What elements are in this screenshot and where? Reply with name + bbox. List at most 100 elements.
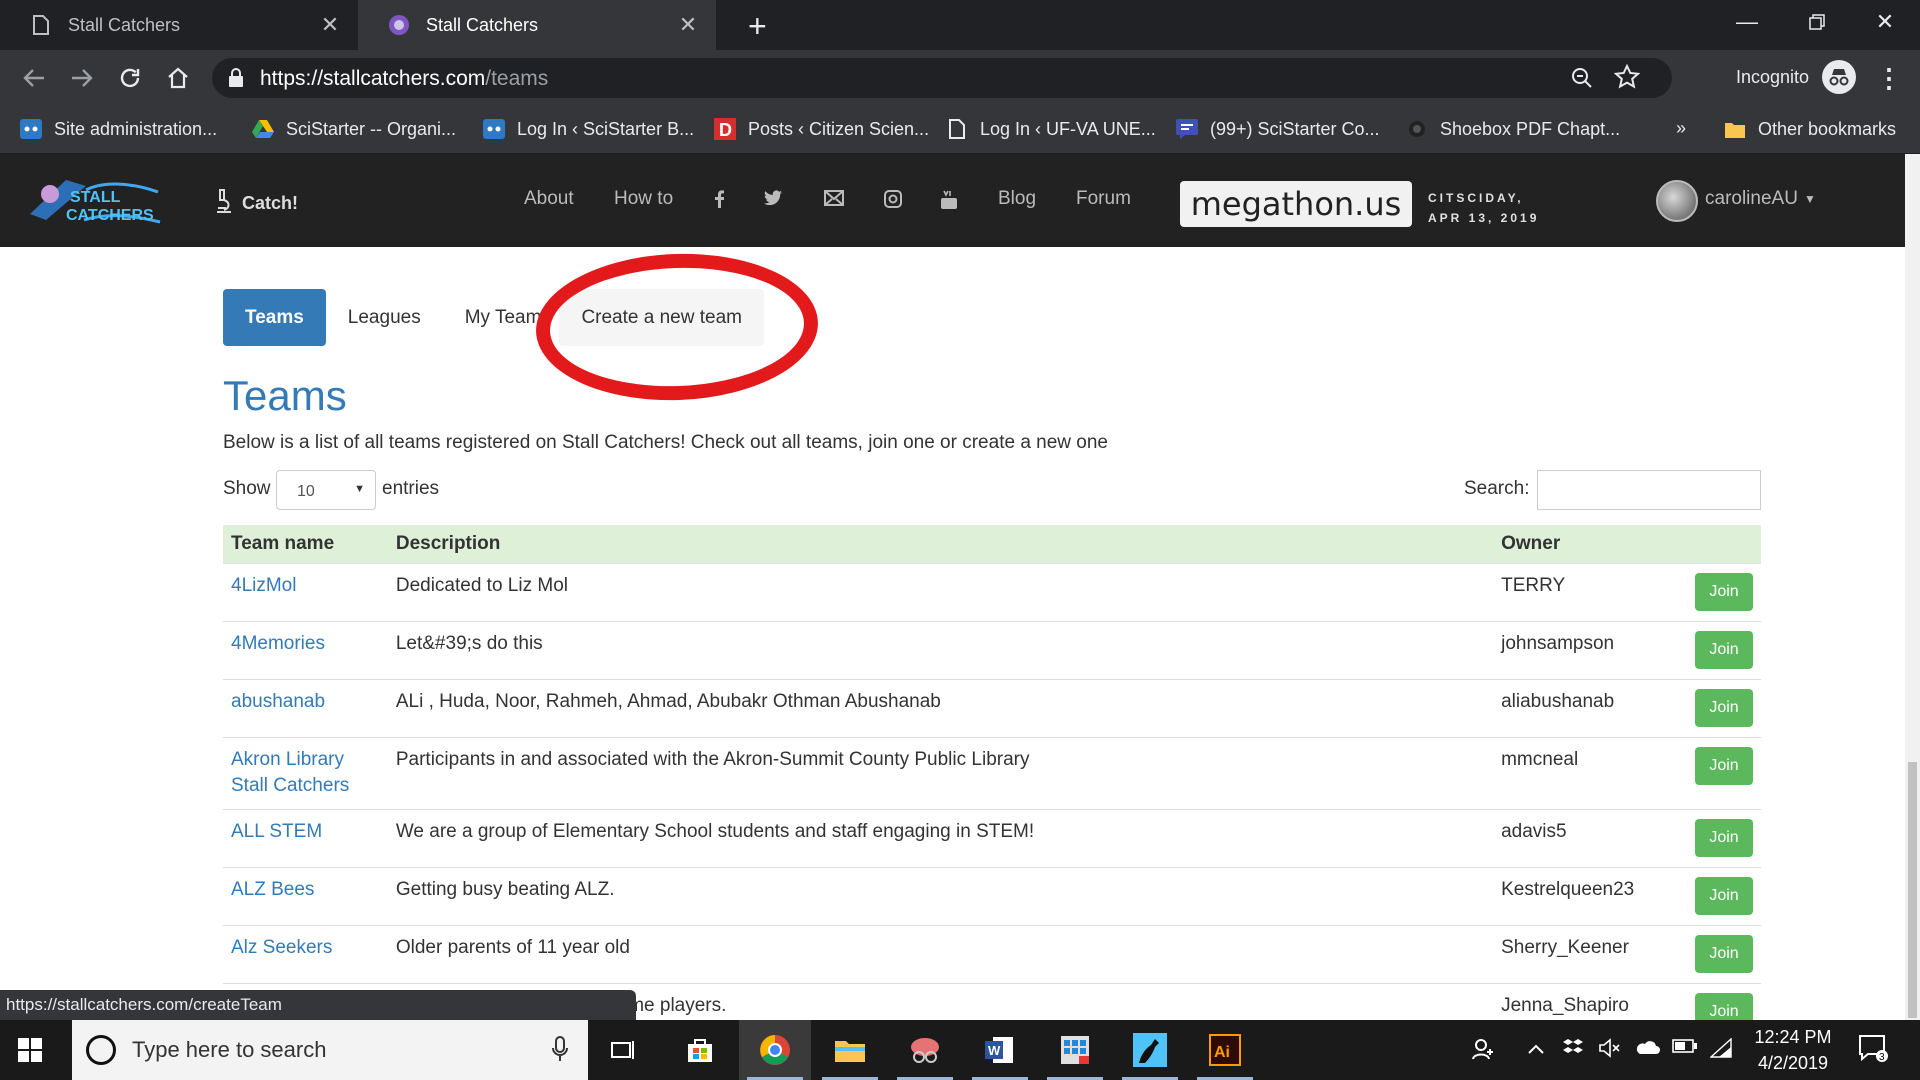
- file-explorer-icon[interactable]: [814, 1020, 886, 1080]
- megathon-banner[interactable]: megathon.us: [1180, 181, 1412, 227]
- youtube-icon[interactable]: [940, 190, 958, 215]
- citsciday-line2: APR 13, 2019: [1428, 211, 1540, 225]
- join-button[interactable]: Join: [1695, 934, 1753, 973]
- windows-start-icon[interactable]: [18, 1038, 42, 1067]
- address-bar[interactable]: https://stallcatchers.com/teams: [212, 58, 1672, 98]
- taskbar-search-box[interactable]: Type here to search: [72, 1020, 588, 1080]
- kindle-reader-icon[interactable]: [1114, 1020, 1186, 1080]
- close-tab-icon[interactable]: ✕: [676, 12, 700, 38]
- bookmark-item[interactable]: Shoebox PDF Chapt...: [1406, 118, 1620, 140]
- minimize-icon[interactable]: —: [1712, 0, 1782, 44]
- bookmark-item[interactable]: Log In ‹ UF-VA UNE...: [946, 118, 1156, 140]
- team-name-link[interactable]: ALL STEM: [223, 808, 388, 867]
- speaker-muted-icon[interactable]: [1598, 1038, 1622, 1063]
- column-header-team-name[interactable]: Team name: [223, 525, 388, 563]
- catch-link[interactable]: Catch!: [214, 188, 298, 219]
- team-name-link[interactable]: ALZ Bees: [223, 866, 388, 925]
- search-input[interactable]: [1537, 470, 1761, 510]
- svg-text:D: D: [719, 120, 732, 140]
- svg-text:W: W: [988, 1043, 1001, 1058]
- dropbox-icon[interactable]: [1562, 1038, 1584, 1063]
- bookmark-label: Site administration...: [54, 118, 218, 139]
- mail-icon[interactable]: [824, 190, 844, 211]
- browser-tab[interactable]: Stall Catchers ✕: [0, 0, 358, 50]
- bookmark-label: Shoebox PDF Chapt...: [1440, 118, 1621, 139]
- new-tab-icon[interactable]: +: [748, 8, 767, 45]
- tab-my-team[interactable]: My Team: [443, 289, 542, 346]
- chrome-icon[interactable]: [739, 1020, 811, 1080]
- back-icon[interactable]: [18, 62, 50, 94]
- user-menu-name[interactable]: carolineAU: [1705, 188, 1798, 210]
- join-button[interactable]: Join: [1695, 818, 1753, 857]
- bookmark-item[interactable]: D Posts ‹ Citizen Scien...: [714, 118, 929, 140]
- url-path: /teams: [485, 67, 549, 90]
- wifi-icon[interactable]: [1709, 1037, 1732, 1063]
- avatar[interactable]: [1656, 180, 1698, 222]
- team-name-link[interactable]: Akron Library Stall Catchers: [223, 736, 388, 809]
- microphone-icon[interactable]: [552, 1036, 568, 1067]
- battery-icon[interactable]: [1672, 1038, 1698, 1059]
- nav-blog[interactable]: Blog: [998, 188, 1036, 210]
- browser-tab-active[interactable]: Stall Catchers ✕: [358, 0, 716, 50]
- store-icon[interactable]: [664, 1020, 736, 1080]
- catch-label: Catch!: [242, 193, 299, 213]
- join-button[interactable]: Join: [1695, 876, 1753, 915]
- browser-menu-icon[interactable]: ⋮: [1876, 62, 1902, 94]
- team-description: Older parents of 11 year old: [387, 924, 1494, 983]
- reload-icon[interactable]: [114, 62, 146, 94]
- calendar-app-icon[interactable]: [1039, 1020, 1111, 1080]
- team-name-link[interactable]: 4Memories: [223, 620, 388, 679]
- onedrive-icon[interactable]: [1634, 1038, 1660, 1061]
- chevron-up-icon[interactable]: [1528, 1038, 1544, 1059]
- task-view-icon[interactable]: [588, 1020, 660, 1080]
- scrollbar-thumb[interactable]: [1908, 762, 1917, 1018]
- scistarter-icon: [483, 118, 505, 140]
- nav-how-to[interactable]: How to: [614, 188, 673, 210]
- team-name-link[interactable]: abushanab: [223, 678, 388, 737]
- word-icon[interactable]: W: [964, 1020, 1036, 1080]
- bookmark-item[interactable]: SciStarter -- Organi...: [252, 118, 456, 140]
- incognito-label: Incognito: [1736, 67, 1810, 87]
- bookmarks-overflow-icon[interactable]: »: [1676, 118, 1686, 139]
- other-bookmarks[interactable]: Other bookmarks: [1724, 118, 1896, 140]
- notifications-icon[interactable]: 3: [1858, 1034, 1888, 1067]
- illustrator-icon[interactable]: Ai: [1189, 1020, 1261, 1080]
- tab-create-new-team[interactable]: Create a new team: [559, 289, 764, 346]
- restore-icon[interactable]: [1782, 0, 1852, 44]
- twitter-icon[interactable]: [764, 190, 782, 211]
- tab-leagues[interactable]: Leagues: [326, 289, 443, 346]
- entries-label: entries: [382, 478, 440, 499]
- chevron-down-icon[interactable]: ▼: [1804, 192, 1816, 206]
- team-name-link[interactable]: Alz Seekers: [223, 924, 388, 983]
- join-button[interactable]: Join: [1695, 746, 1753, 785]
- join-button[interactable]: Join: [1695, 688, 1753, 727]
- home-icon[interactable]: [162, 62, 194, 94]
- stall-catchers-logo[interactable]: STALL CATCHERS: [26, 170, 162, 228]
- bookmark-item[interactable]: (99+) SciStarter Co...: [1176, 118, 1380, 140]
- row-action-cell: Join: [1686, 808, 1761, 867]
- forward-icon[interactable]: [66, 62, 98, 94]
- instagram-icon[interactable]: [884, 190, 902, 213]
- microscope-icon: [214, 188, 234, 219]
- incognito-icon[interactable]: [1822, 60, 1856, 94]
- column-header-owner[interactable]: Owner: [1493, 525, 1687, 563]
- bookmark-item[interactable]: Log In ‹ SciStarter B...: [483, 118, 694, 140]
- snipping-tool-icon[interactable]: [889, 1020, 961, 1080]
- close-tab-icon[interactable]: ✕: [318, 12, 342, 38]
- people-icon[interactable]: [1472, 1038, 1494, 1065]
- zoom-icon[interactable]: [1570, 66, 1594, 95]
- system-clock[interactable]: 12:24 PM 4/2/2019: [1748, 1024, 1838, 1076]
- teams-table: Team name Description Owner 4LizMol Dedic…: [223, 525, 1761, 1041]
- facebook-icon[interactable]: [714, 190, 725, 213]
- bookmark-item[interactable]: Site administration...: [20, 118, 217, 140]
- team-name-link[interactable]: 4LizMol: [223, 562, 388, 621]
- entries-select[interactable]: 10 ▼: [276, 470, 376, 510]
- bookmark-star-icon[interactable]: [1613, 63, 1641, 95]
- join-button[interactable]: Join: [1695, 572, 1753, 611]
- nav-forum[interactable]: Forum: [1076, 188, 1131, 210]
- nav-about[interactable]: About: [524, 188, 574, 210]
- join-button[interactable]: Join: [1695, 630, 1753, 669]
- tab-teams[interactable]: Teams: [223, 289, 326, 346]
- column-header-description[interactable]: Description: [387, 525, 1494, 563]
- close-window-icon[interactable]: ✕: [1850, 0, 1920, 44]
